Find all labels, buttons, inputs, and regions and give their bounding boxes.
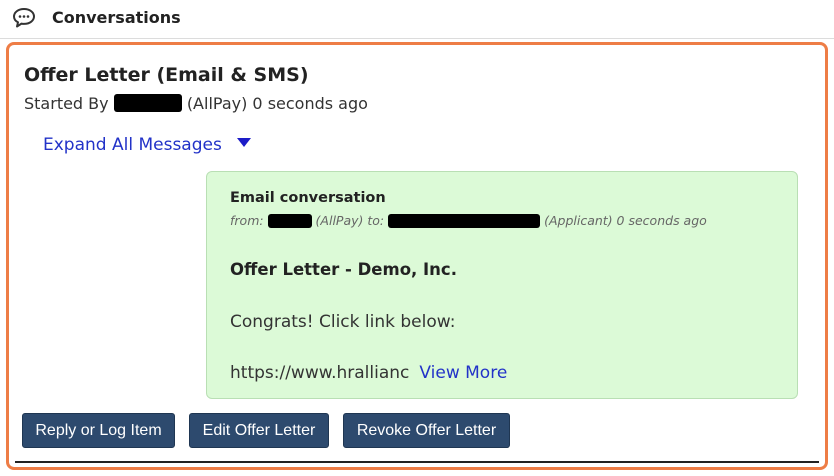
revoke-offer-letter-button[interactable]: Revoke Offer Letter: [343, 413, 510, 448]
conversations-header: Conversations: [0, 0, 834, 40]
header-divider: [0, 38, 834, 39]
redacted-sender: [267, 214, 312, 228]
edit-offer-letter-button[interactable]: Edit Offer Letter: [189, 413, 329, 448]
reply-or-log-item-button[interactable]: Reply or Log Item: [22, 413, 175, 448]
from-label: from:: [230, 213, 264, 228]
section-title: Conversations: [52, 8, 181, 27]
email-link-text: https://www.hrallianc: [230, 363, 410, 383]
chat-bubble-icon: [12, 7, 36, 29]
email-message-card: Email conversation from: (AllPay) to: (A…: [206, 171, 798, 399]
email-type-label: Email conversation: [230, 190, 386, 206]
caret-down-icon: [237, 138, 252, 147]
from-org: (AllPay) to:: [315, 213, 385, 228]
email-subject: Offer Letter - Demo, Inc.: [230, 260, 457, 279]
view-more-link[interactable]: View More: [419, 363, 507, 383]
email-body-link-line: https://www.hrallianc View More: [230, 363, 507, 383]
to-suffix: (Applicant) 0 seconds ago: [544, 213, 707, 228]
expand-all-messages-link[interactable]: Expand All Messages: [43, 135, 252, 155]
conversation-title: Offer Letter (Email & SMS): [24, 64, 309, 86]
started-by-suffix: (AllPay) 0 seconds ago: [186, 94, 368, 113]
redacted-recipient: [388, 214, 541, 228]
redacted-name: [113, 94, 182, 112]
email-meta: from: (AllPay) to: (Applicant) 0 seconds…: [230, 213, 707, 228]
conversation-panel: Offer Letter (Email & SMS) Started By (A…: [6, 42, 828, 470]
panel-bottom-divider: [15, 461, 819, 463]
expand-all-label: Expand All Messages: [43, 135, 222, 155]
email-body-line: Congrats! Click link below:: [230, 312, 456, 332]
started-by-line: Started By (AllPay) 0 seconds ago: [24, 94, 368, 113]
started-by-prefix: Started By: [24, 94, 109, 113]
